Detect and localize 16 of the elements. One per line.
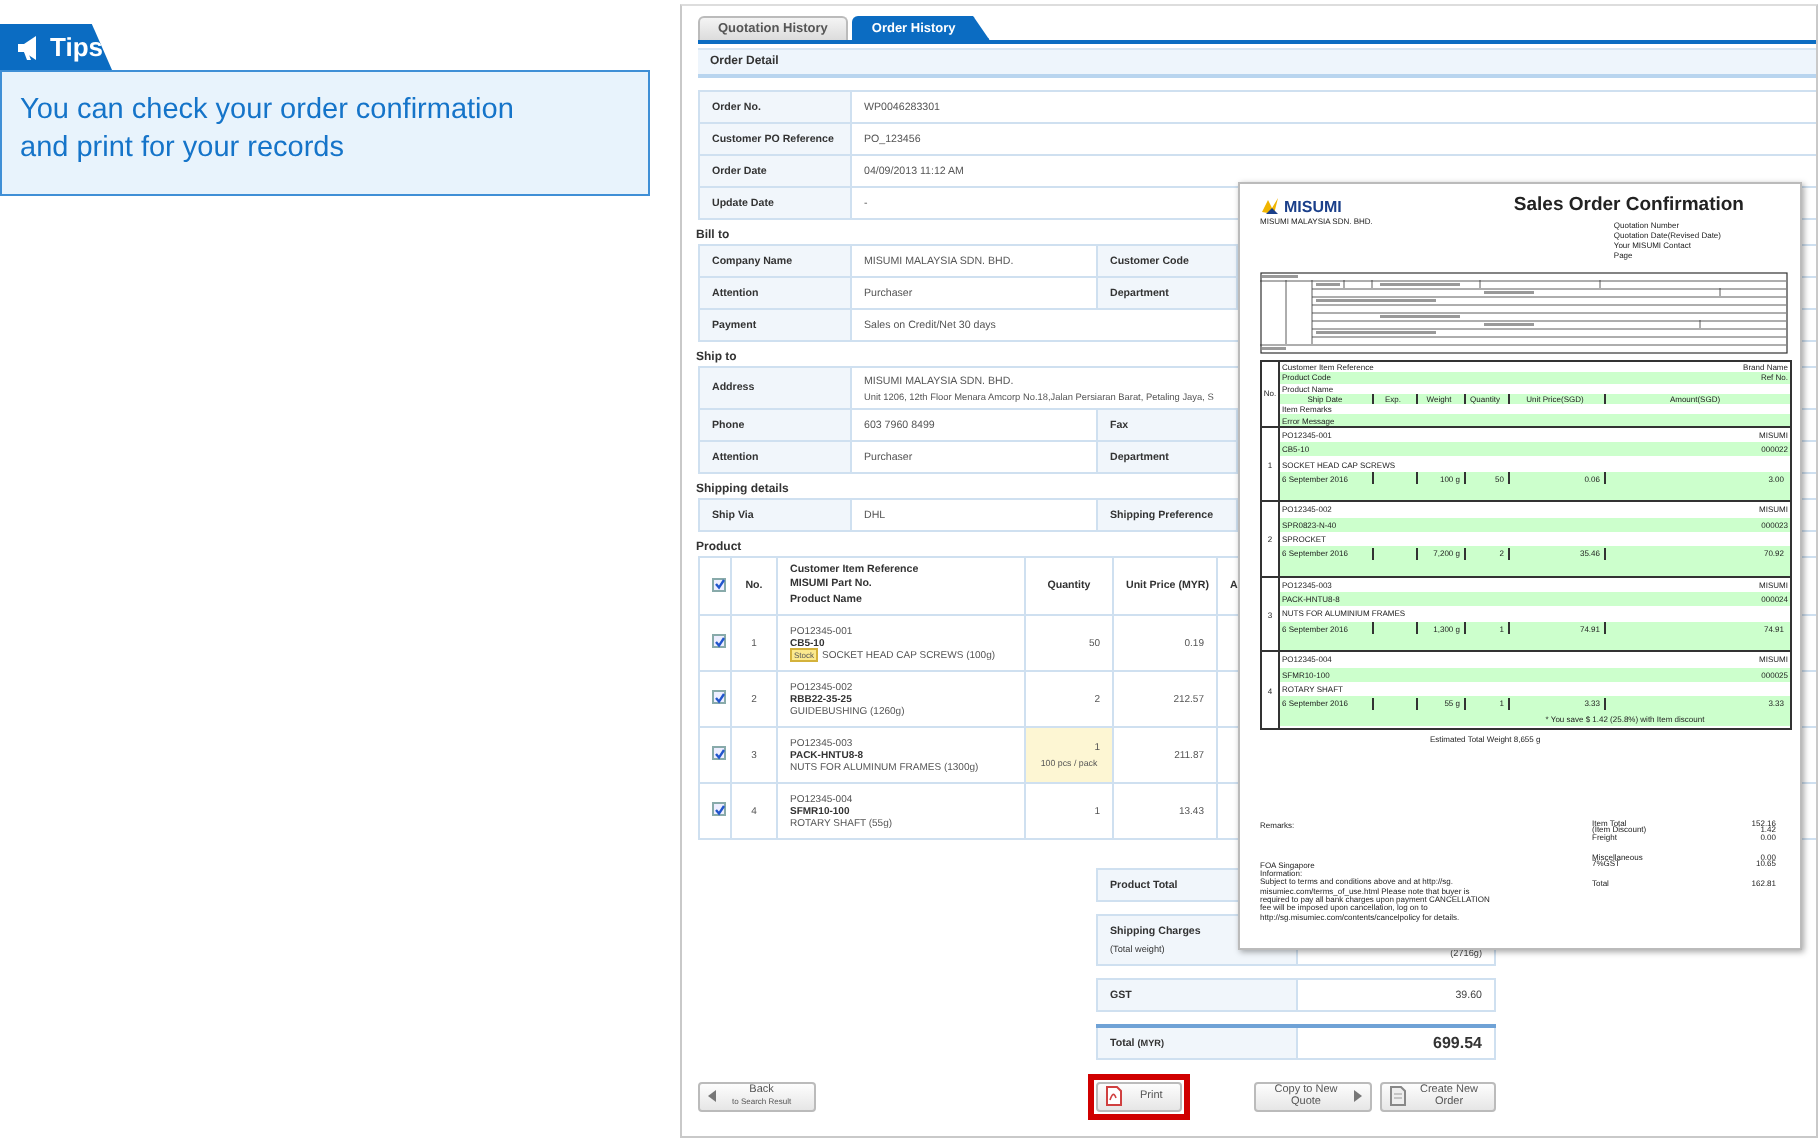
document-icon: [1390, 1086, 1406, 1106]
total-value: 699.54: [1433, 1034, 1482, 1052]
checkbox[interactable]: [712, 634, 726, 649]
checkbox[interactable]: [712, 802, 726, 817]
checkbox[interactable]: [712, 690, 726, 705]
caret-right-icon: [1354, 1090, 1362, 1102]
document-title: Sales Order Confirmation: [1513, 194, 1744, 216]
megaphone-icon: [16, 33, 38, 61]
checkbox[interactable]: [712, 577, 726, 592]
pdf-icon: [1106, 1086, 1122, 1106]
tips-text: You can check your order confirmation and print for your records: [0, 70, 650, 196]
tips-title: Tips: [50, 32, 103, 62]
logo-icon: [1260, 196, 1280, 216]
caret-left-icon: [708, 1090, 716, 1102]
checkbox[interactable]: [712, 746, 726, 761]
logo-text: MISUMI: [1284, 197, 1342, 215]
